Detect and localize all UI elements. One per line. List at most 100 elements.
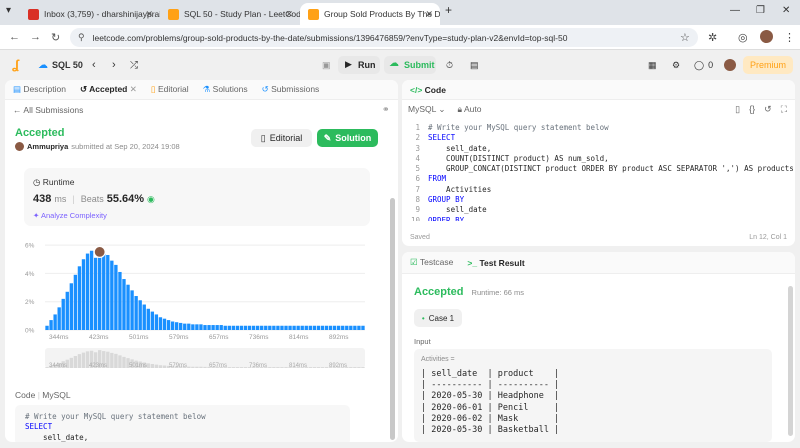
profile-avatar[interactable] (760, 30, 773, 43)
distribution-bar[interactable] (316, 325, 321, 330)
prev-problem-icon[interactable]: ‹ (92, 56, 96, 74)
run-button[interactable]: ▶ Run (338, 56, 380, 74)
tab-accepted[interactable]: ↺ Accepted ✕ (80, 84, 137, 95)
solution-button[interactable]: ✎ Solution (317, 129, 378, 147)
close-tab-icon[interactable]: ✕ (425, 9, 433, 20)
distribution-bar[interactable] (162, 318, 167, 330)
distribution-bar[interactable] (65, 291, 69, 330)
distribution-bar[interactable] (195, 324, 199, 330)
distribution-bar[interactable] (69, 283, 74, 330)
leetcode-logo-icon[interactable]: ʆ (12, 57, 25, 72)
distribution-bar[interactable] (183, 323, 187, 330)
minimize-icon[interactable]: — (730, 5, 740, 16)
distribution-bar[interactable] (187, 323, 191, 330)
distribution-bar[interactable] (150, 311, 155, 330)
streak-counter[interactable]: ◯ 0 (694, 56, 713, 74)
close-tab-icon[interactable]: ✕ (130, 84, 137, 94)
distribution-bar[interactable] (231, 325, 236, 330)
distribution-bar[interactable] (349, 325, 353, 330)
analyze-complexity-link[interactable]: ✦ Analyze Complexity (33, 211, 107, 220)
distribution-bar[interactable] (203, 325, 207, 330)
your-submission-marker[interactable] (93, 245, 106, 259)
browser-menu-icon[interactable]: ⋮ (784, 31, 795, 44)
submitted-code-block[interactable]: # Write your MySQL query statement below… (15, 405, 350, 442)
tab-solutions[interactable]: ⚗ Solutions (203, 84, 248, 95)
distribution-bar[interactable] (170, 321, 175, 330)
distribution-bar[interactable] (361, 325, 365, 330)
debug-icon[interactable]: ▣ (322, 56, 331, 74)
reload-icon[interactable]: ↻ (51, 31, 60, 44)
layout-icon[interactable]: ▦ (648, 56, 657, 74)
distribution-bar[interactable] (296, 325, 300, 330)
new-tab-icon[interactable]: + (445, 3, 452, 17)
distribution-bar[interactable] (215, 325, 219, 330)
format-braces-icon[interactable]: {} (749, 104, 755, 115)
extension-icon[interactable]: ◎ (738, 31, 748, 44)
distribution-bar[interactable] (280, 325, 284, 330)
distribution-bar[interactable] (292, 325, 296, 330)
fullscreen-icon[interactable]: ⛶ (781, 104, 787, 115)
distribution-bar[interactable] (134, 296, 138, 330)
distribution-bar[interactable] (138, 300, 142, 330)
editorial-button[interactable]: ▯ Editorial (251, 129, 312, 147)
input-box[interactable]: Activities = | sell_date | product | | --… (414, 349, 772, 442)
distribution-bar[interactable] (243, 325, 248, 330)
distribution-bar[interactable] (341, 325, 345, 330)
distribution-bar[interactable] (73, 274, 78, 330)
distribution-bar[interactable] (336, 325, 341, 330)
distribution-bar[interactable] (328, 325, 333, 330)
code-line[interactable]: 1 # Write your MySQL query statement belo… (402, 123, 795, 133)
distribution-bar[interactable] (268, 325, 272, 330)
restore-icon[interactable]: ❐ (756, 5, 765, 16)
distribution-bar[interactable] (61, 298, 65, 330)
code-line[interactable]: 5 GROUP_CONCAT(DISTINCT product ORDER BY… (402, 164, 795, 174)
tab-description[interactable]: ▤ Description (13, 84, 66, 95)
code-line[interactable]: 10 ORDER BY (402, 216, 795, 221)
distribution-bar[interactable] (312, 325, 317, 330)
code-line[interactable]: 7 Activities (402, 185, 795, 195)
auto-mode[interactable]: 🔒︎ Auto (458, 104, 482, 115)
timer-icon[interactable]: ⏱ (446, 56, 453, 74)
distribution-bar[interactable] (353, 325, 357, 330)
distribution-bar[interactable] (118, 271, 122, 330)
link-icon[interactable]: ⚭ (382, 104, 390, 115)
distribution-bar[interactable] (357, 325, 361, 330)
code-line[interactable]: 9 sell_date (402, 205, 795, 215)
distribution-bar[interactable] (247, 325, 252, 330)
shuffle-icon[interactable]: ⤮ (130, 56, 138, 74)
distribution-bar[interactable] (126, 284, 130, 330)
distribution-bar[interactable] (98, 247, 102, 330)
bookmark-star-icon[interactable]: ☆ (680, 31, 690, 44)
forward-icon[interactable]: → (30, 31, 41, 43)
distribution-bar[interactable] (110, 260, 114, 330)
distribution-bar[interactable] (49, 320, 53, 330)
distribution-bar[interactable] (158, 317, 163, 330)
runtime-card[interactable]: ◷ Runtime 438 ms | Beats 55.64% ◉ ✦ Anal… (24, 168, 370, 226)
distribution-bar[interactable] (345, 325, 349, 330)
distribution-bar[interactable] (300, 325, 304, 330)
all-submissions-link[interactable]: ← All Submissions (13, 105, 83, 115)
study-plan-button[interactable]: ☁ SQL 50 (38, 56, 83, 74)
code-line[interactable]: 6 FROM (402, 174, 795, 184)
distribution-bar[interactable] (255, 325, 260, 330)
code-line[interactable]: 8 GROUP BY (402, 195, 795, 205)
reset-icon[interactable]: ↺ (764, 104, 772, 115)
extensions-icon[interactable]: ✲ (708, 31, 717, 44)
distribution-bar[interactable] (320, 325, 325, 330)
site-info-icon[interactable]: ⚲ (78, 32, 85, 43)
result-scrollbar[interactable] (788, 286, 793, 436)
language-select[interactable]: MySQL ⌄ (408, 104, 446, 115)
distribution-bar[interactable] (114, 264, 118, 330)
bookmark-icon[interactable]: ▯ (735, 104, 740, 115)
distribution-bar[interactable] (239, 325, 244, 330)
code-line[interactable]: 3 sell_date, (402, 144, 795, 154)
code-editor[interactable]: 1 # Write your MySQL query statement belo… (402, 123, 795, 221)
close-tab-icon[interactable]: ✕ (285, 9, 293, 20)
distribution-bar[interactable] (211, 325, 215, 330)
distribution-bar[interactable] (179, 322, 183, 330)
url-field[interactable]: ⚲ leetcode.com/problems/group-sold-produ… (70, 28, 698, 47)
distribution-bar[interactable] (81, 259, 86, 330)
tab-test-result[interactable]: >_ Test Result (467, 258, 524, 268)
distribution-bar[interactable] (284, 325, 288, 330)
distribution-bar[interactable] (93, 257, 98, 330)
